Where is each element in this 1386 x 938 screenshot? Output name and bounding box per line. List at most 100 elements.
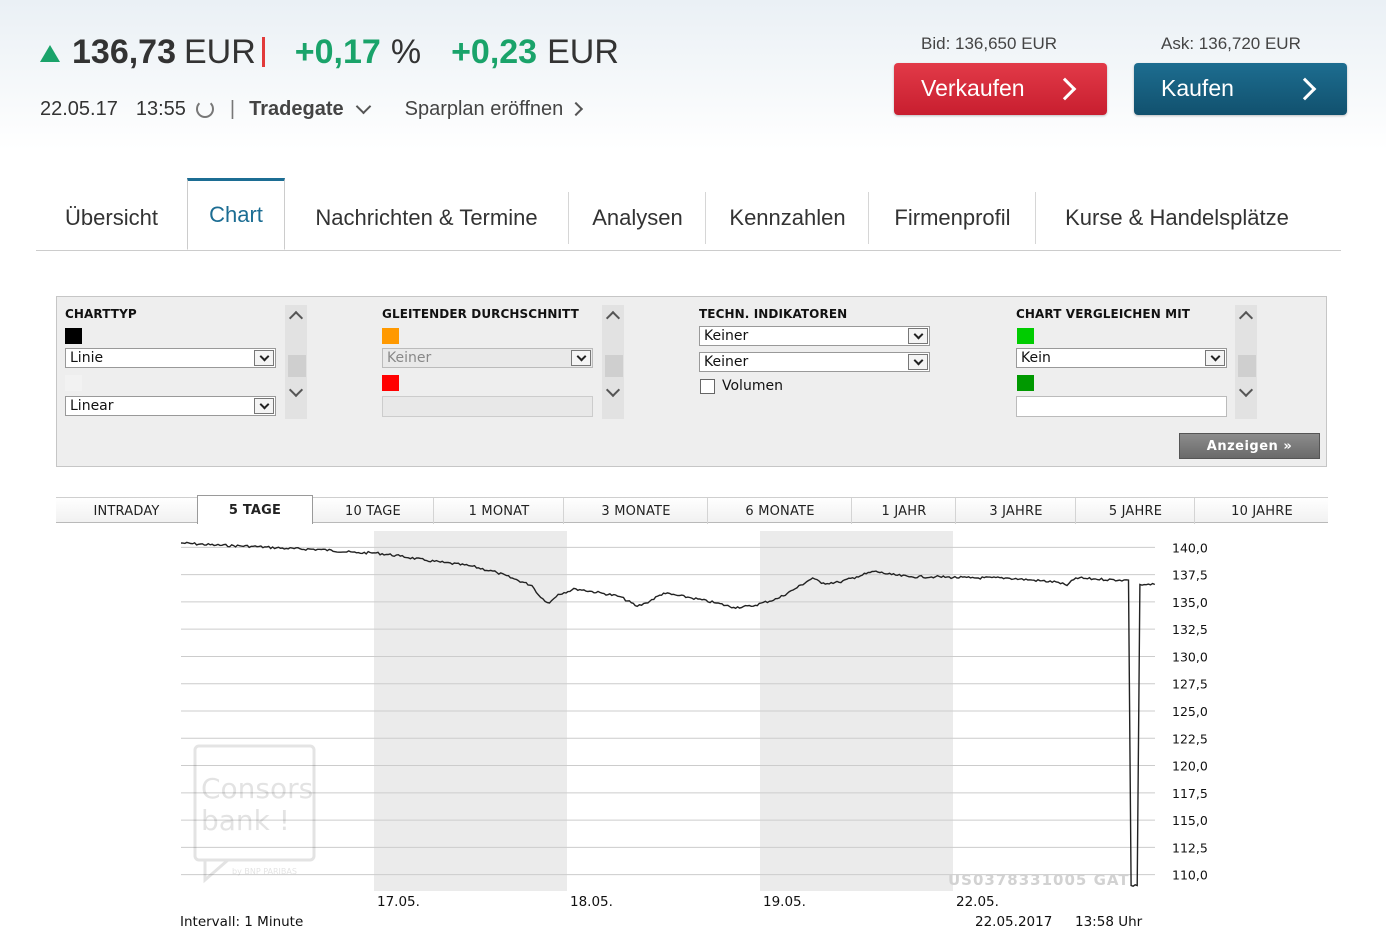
indicator1-select[interactable]: Keiner (699, 326, 930, 346)
bid-price: Bid: 136,650 EUR (921, 34, 1058, 53)
chevron-down-icon[interactable] (605, 382, 621, 398)
compare1-color-swatch[interactable] (1017, 328, 1034, 344)
range-5-jahre[interactable]: 5 JAHRE (1075, 498, 1195, 524)
price-chart: Consors bank ! by BNP PARIBAS US03783310… (180, 531, 1208, 930)
color-swatch-empty (65, 375, 82, 391)
divider: | (229, 97, 236, 120)
scale-value: Linear (70, 398, 114, 414)
y-tick-label: 140,0 (1172, 540, 1208, 555)
y-tick-label: 137,5 (1172, 568, 1208, 583)
tab-chart[interactable]: Chart (187, 178, 285, 250)
chevron-right-icon[interactable] (569, 101, 584, 117)
scroll-thumb[interactable] (1238, 355, 1256, 377)
tab-kennzahlen[interactable]: Kennzahlen (705, 192, 869, 244)
tab-kurse-handelsplaetze[interactable]: Kurse & Handelsplätze (1035, 192, 1318, 244)
buy-button-label: Kaufen (1161, 75, 1234, 101)
indicator2-select[interactable]: Keiner (699, 352, 930, 372)
scroll-thumb[interactable] (605, 355, 623, 377)
chart-gridlines (181, 546, 1155, 876)
compare-value: Kein (1021, 350, 1051, 366)
y-tick-label: 135,0 (1172, 595, 1208, 610)
sparplan-link[interactable]: Sparplan eröffnen (405, 98, 564, 121)
scroll-thumb[interactable] (288, 355, 306, 377)
y-tick-label: 120,0 (1172, 759, 1208, 774)
price-series-line (180, 541, 1156, 887)
volume-checkbox[interactable] (700, 379, 715, 394)
change-percent: +0,17 (294, 32, 381, 71)
charttyp-select[interactable]: Linie (65, 348, 276, 368)
refresh-icon[interactable] (195, 100, 214, 118)
charttyp-scroller[interactable] (285, 305, 307, 419)
dropdown-arrow-icon (571, 350, 591, 366)
trend-up-icon (40, 44, 60, 62)
range-3-monate[interactable]: 3 MONATE (563, 498, 708, 524)
quote-time: 13:55 (135, 97, 186, 120)
logo-text-line1: Consors (201, 772, 313, 805)
y-tick-label: 117,5 (1172, 786, 1208, 801)
scale-select[interactable]: Linear (65, 396, 276, 416)
sell-button[interactable]: Verkaufen (894, 63, 1107, 115)
line-color-swatch[interactable] (65, 328, 82, 344)
range-1-jahr[interactable]: 1 JAHR (851, 498, 956, 524)
tab-bar: Übersicht Chart Nachrichten & Termine An… (36, 178, 1341, 251)
range-bar: INTRADAY 5 TAGE 10 TAGE 1 MONAT 3 MONATE… (56, 495, 1329, 524)
volume-label: Volumen (722, 378, 783, 394)
chevron-down-icon[interactable] (1238, 382, 1254, 398)
chart-date: 22.05.2017 (975, 914, 1052, 930)
chevron-up-icon[interactable] (605, 310, 621, 326)
sell-button-label: Verkaufen (921, 75, 1025, 101)
y-tick-label: 122,5 (1172, 731, 1208, 746)
chart-interval: Intervall: 1 Minute (180, 914, 303, 930)
buy-button[interactable]: Kaufen (1134, 63, 1347, 115)
text-cursor-icon (261, 37, 265, 67)
change-currency: EUR (547, 32, 619, 71)
gd-value: Keiner (387, 350, 432, 366)
compare-title: CHART VERGLEICHEN MIT (1016, 307, 1191, 321)
compare-select[interactable]: Kein (1016, 348, 1227, 368)
gd2-color-swatch[interactable] (382, 375, 399, 391)
chevron-right-icon (1293, 77, 1317, 101)
gd1-color-swatch[interactable] (382, 328, 399, 344)
compare-scroller[interactable] (1235, 305, 1257, 419)
x-axis-ticks: 17.05. 18.05. 19.05. 22.05. (377, 894, 999, 910)
dropdown-arrow-icon (1205, 350, 1225, 366)
chevron-down-icon[interactable] (288, 382, 304, 398)
logo-tagline: by BNP PARIBAS (232, 867, 297, 876)
gd-select[interactable]: Keiner (382, 348, 593, 368)
y-tick-label: 112,5 (1172, 840, 1208, 855)
range-1-monat[interactable]: 1 MONAT (433, 498, 564, 524)
range-5-tage[interactable]: 5 TAGE (197, 495, 313, 524)
x-tick-label: 17.05. (377, 894, 420, 910)
logo-text-line2: bank ! (201, 804, 290, 837)
chevron-up-icon[interactable] (1238, 310, 1254, 326)
dropdown-arrow-icon (254, 398, 274, 414)
gd-scroller[interactable] (602, 305, 624, 419)
range-6-monate[interactable]: 6 MONATE (707, 498, 852, 524)
y-axis-ticks: 140,0 137,5 135,0 132,5 130,0 127,5 125,0 122,5… (1172, 540, 1208, 882)
gd-period-input[interactable] (382, 396, 593, 417)
tab-firmenprofil[interactable]: Firmenprofil (868, 192, 1036, 244)
tab-analysen[interactable]: Analysen (568, 192, 706, 244)
quote-line: 136,73 EUR +0,17 % +0,23 EUR (40, 30, 619, 74)
compare-input[interactable] (1016, 396, 1227, 417)
chevron-up-icon[interactable] (288, 310, 304, 326)
indicator1-value: Keiner (704, 328, 749, 344)
ask-price: Ask: 136,720 EUR (1161, 34, 1301, 53)
compare2-color-swatch[interactable] (1017, 375, 1034, 391)
tab-uebersicht[interactable]: Übersicht (36, 192, 187, 244)
chevron-down-icon[interactable] (355, 98, 371, 114)
tab-nachrichten[interactable]: Nachrichten & Termine (285, 192, 568, 244)
range-10-jahre[interactable]: 10 JAHRE (1194, 498, 1329, 524)
range-10-tage[interactable]: 10 TAGE (313, 498, 433, 524)
range-3-jahre[interactable]: 3 JAHRE (955, 498, 1076, 524)
exchange-select[interactable]: Tradegate (249, 98, 343, 121)
charttyp-title: CHARTTYP (65, 307, 137, 321)
x-tick-label: 19.05. (763, 894, 806, 910)
show-chart-button[interactable]: Anzeigen » (1179, 433, 1320, 459)
y-tick-label: 132,5 (1172, 622, 1208, 637)
quote-date: 22.05.17 (40, 97, 118, 120)
isin-watermark: US0378331005 GAT (948, 871, 1130, 889)
indicators-title: TECHN. INDIKATOREN (699, 307, 848, 321)
range-intraday[interactable]: INTRADAY (56, 498, 197, 524)
dropdown-arrow-icon (254, 350, 274, 366)
